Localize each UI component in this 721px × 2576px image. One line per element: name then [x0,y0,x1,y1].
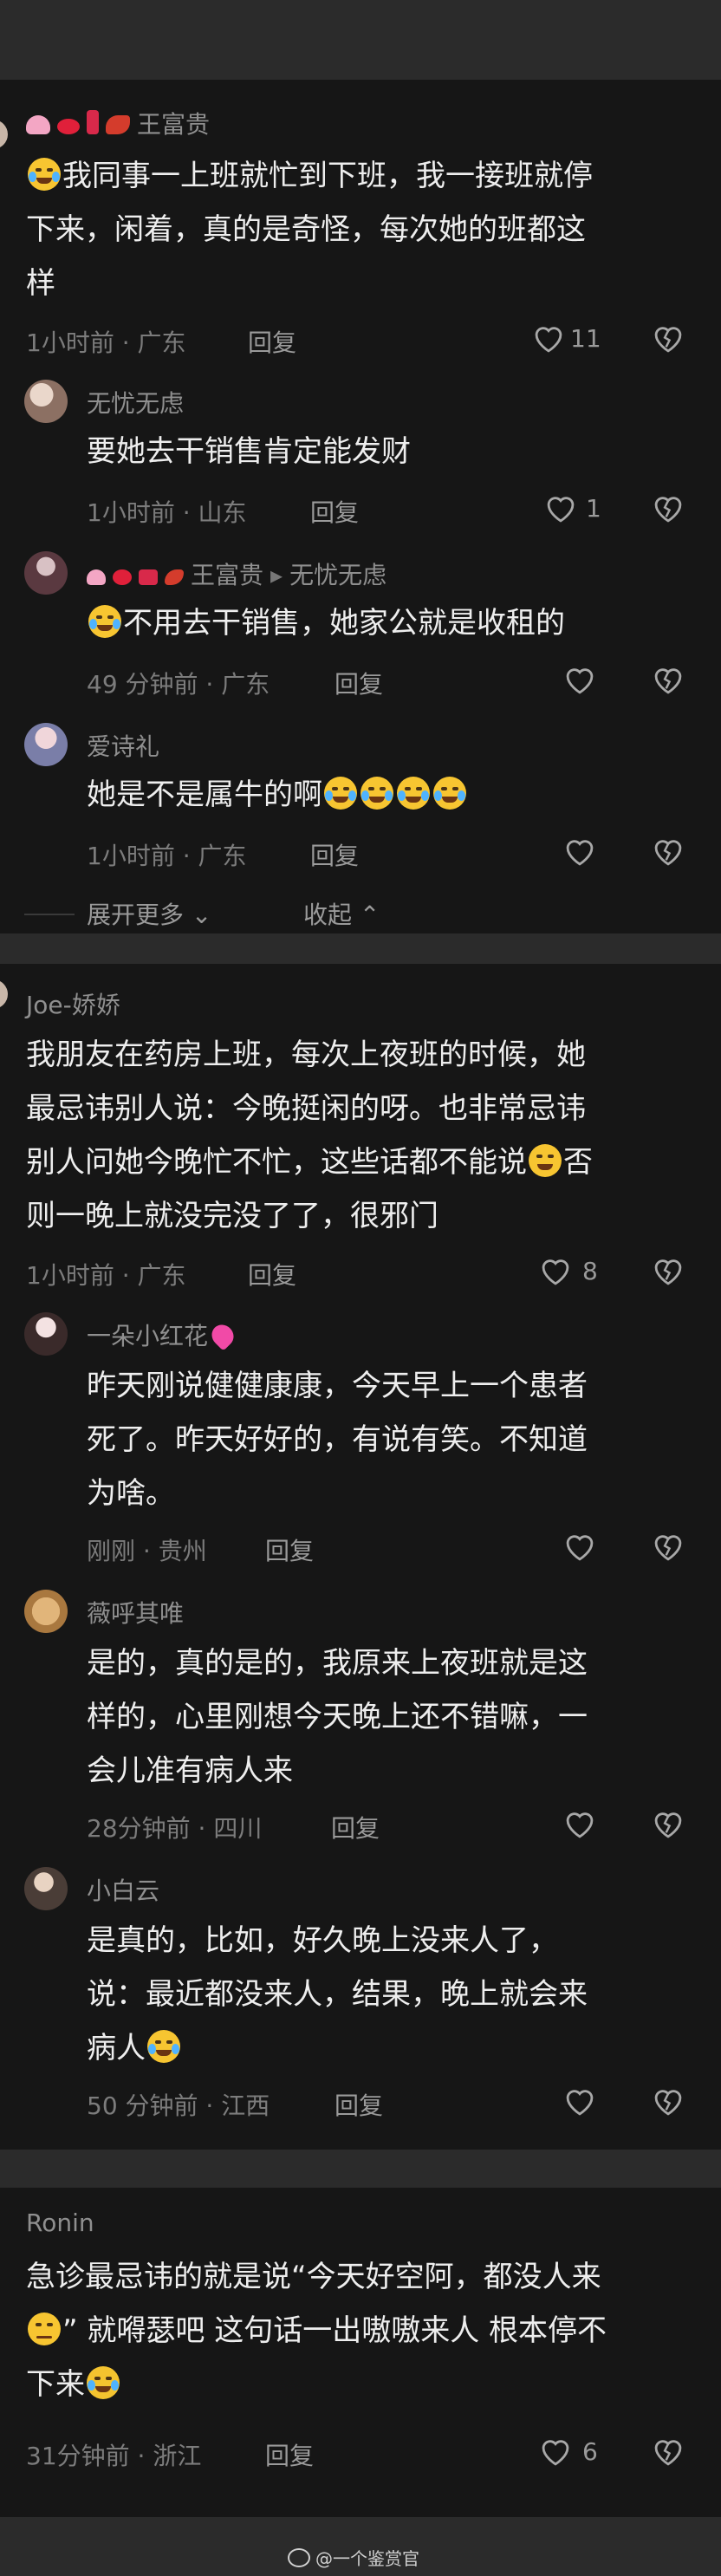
reply-arrow-icon: ▸ [270,561,283,589]
reply-button[interactable]: 回复 [265,1532,314,1567]
sparkling-heart-icon [207,1320,238,1351]
loudly-crying-emoji [87,2366,120,2399]
laughing-crying-emoji [433,777,466,810]
laughing-crying-emoji [28,158,61,191]
reply-button[interactable]: 回复 [248,1257,296,1291]
avatar[interactable] [24,1312,68,1356]
dislike-icon[interactable] [652,324,685,354]
dancer-icon [165,569,184,585]
reply-text: 是真的，比如，好久晚上没来人了， 说：最近都没来人，结果，晚上就会来 病人 [87,1923,588,2065]
reply-button[interactable]: 回复 [310,494,359,529]
like-count: 11 [570,324,601,353]
comment-text: 我朋友在药房上班，每次上夜班的时候，她 最忌讳别人说：今晚挺闲的呀。也非常忌讳 … [26,1038,593,1233]
comment-author[interactable]: 王富贵 [26,106,210,140]
reply-text: 要她去干销售肯定能发财 [87,434,411,469]
weibo-logo-icon [288,2548,310,2567]
laughing-crying-emoji [360,777,393,810]
heart-icon[interactable] [563,1810,596,1839]
reply-button[interactable]: 回复 [248,324,296,359]
top-separator [0,0,721,80]
like-count: 1 [586,494,601,523]
reply-button[interactable]: 回复 [335,2087,383,2122]
reply-button[interactable]: 回复 [331,1810,380,1844]
reply-author[interactable]: 一朵小红花 [87,1317,238,1352]
comment-meta: 1小时前 · 广东 [26,329,186,357]
reply-author[interactable]: 薇呼其唯 [87,1595,184,1630]
reply-button[interactable]: 回复 [335,666,383,700]
reply-meta: 28分钟前 · 四川 [87,1814,263,1843]
reply-meta: 1小时前 · 山东 [87,498,247,527]
reply-text: 是的，真的是的，我原来上夜班就是这 样的，心里刚想今天晚上还不错嘛，一 会儿准有… [87,1646,588,1788]
lipstick-icon [139,569,158,585]
heart-icon[interactable] [563,1532,596,1562]
like-count: 8 [582,1257,598,1285]
cake-icon [26,115,50,134]
comment-text: 急诊最忌讳的就是说“今天好空阿，都没人来 ” 就嘚瑟吧 这句话一出嗷嗷来人 根本… [26,2260,607,2402]
reply-text: 她是不是属牛的啊 [87,768,693,822]
reply-button[interactable]: 回复 [310,837,359,872]
reply-author[interactable]: 王富贵 ▸ 无忧无虑 [87,556,386,591]
reply-author[interactable]: 无忧无虑 [87,385,184,420]
comment-author[interactable]: Joe-娇娇 [26,986,120,1021]
avatar[interactable] [24,1590,68,1633]
avatar[interactable] [0,979,8,1009]
chevron-down-icon: ⌄ [191,901,212,929]
collapse-button[interactable]: 收起 ⌃ [303,896,380,931]
thread-separator [0,2150,721,2188]
dislike-icon[interactable] [652,666,685,695]
reply-meta: 刚刚 · 贵州 [87,1537,207,1565]
dislike-icon[interactable] [652,1810,685,1839]
divider [24,914,75,915]
heart-icon[interactable] [539,1257,572,1286]
reply-text: 昨天刚说健健康康，今天早上一个患者 死了。昨天好好的，有说有笑。不知道 为啥。 [87,1369,588,1511]
avatar[interactable] [24,723,68,766]
laughing-crying-emoji [88,605,121,638]
reply-meta: 49 分钟前 · 广东 [87,670,270,699]
watermark: @一个鉴赏官 [288,2545,419,2570]
laughing-crying-emoji [397,777,430,810]
lipstick-icon [87,110,99,134]
dislike-icon[interactable] [652,1257,685,1286]
comment-thread-2: Joe-娇娇 我朋友在药房上班，每次上夜班的时候，她 最忌讳别人说：今晚挺闲的呀… [0,964,721,2150]
reply-author[interactable]: 爱诗礼 [87,728,159,763]
cake-icon [87,569,106,585]
laughing-crying-emoji [147,2030,180,2063]
reply-meta: 50 分钟前 · 江西 [87,2091,270,2120]
reply-button[interactable]: 回复 [265,2437,314,2472]
reply-text: 不用去干销售，她家公就是收租的 [87,596,693,650]
avatar[interactable] [24,380,68,423]
comment-meta: 31分钟前 · 浙江 [26,2442,202,2470]
comment-text: 我同事一上班就忙到下班，我一接班就停 下来，闲着，真的是奇怪，每次她的班都这 样 [26,158,593,301]
heart-icon[interactable] [539,2437,572,2467]
lips-icon [113,569,132,585]
expand-more-button[interactable]: 展开更多 ⌄ [87,896,211,931]
comment-meta: 1小时前 · 广东 [26,1261,186,1290]
chevron-up-icon: ⌃ [359,901,380,929]
heart-icon[interactable] [563,837,596,867]
avatar[interactable] [24,551,68,595]
avatar[interactable] [24,1867,68,1910]
avatar[interactable] [0,120,8,149]
laughing-crying-emoji [324,777,357,810]
reply-author[interactable]: 小白云 [87,1872,159,1907]
sweat-smile-emoji [529,1144,562,1177]
dislike-icon[interactable] [652,494,685,524]
dislike-icon[interactable] [652,2437,685,2467]
dislike-icon[interactable] [652,2087,685,2117]
comment-thread-3: Ronin 急诊最忌讳的就是说“今天好空阿，都没人来 ” 就嘚瑟吧 这句话一出嗷… [0,2188,721,2517]
heart-icon[interactable] [563,666,596,695]
comment-author[interactable]: Ronin [26,2208,94,2237]
reply-meta: 1小时前 · 广东 [87,842,247,870]
like-count: 6 [582,2437,598,2466]
comment-thread-1: 王富贵 我同事一上班就忙到下班，我一接班就停 下来，闲着，真的是奇怪，每次她的班… [0,80,721,933]
heart-icon[interactable] [532,324,565,354]
dislike-icon[interactable] [652,1532,685,1562]
unamused-emoji [28,2313,61,2345]
heart-icon[interactable] [544,494,577,524]
heart-icon[interactable] [563,2087,596,2117]
dancer-icon [106,115,130,134]
thread-separator [0,933,721,964]
lips-icon [57,119,80,134]
dislike-icon[interactable] [652,837,685,867]
